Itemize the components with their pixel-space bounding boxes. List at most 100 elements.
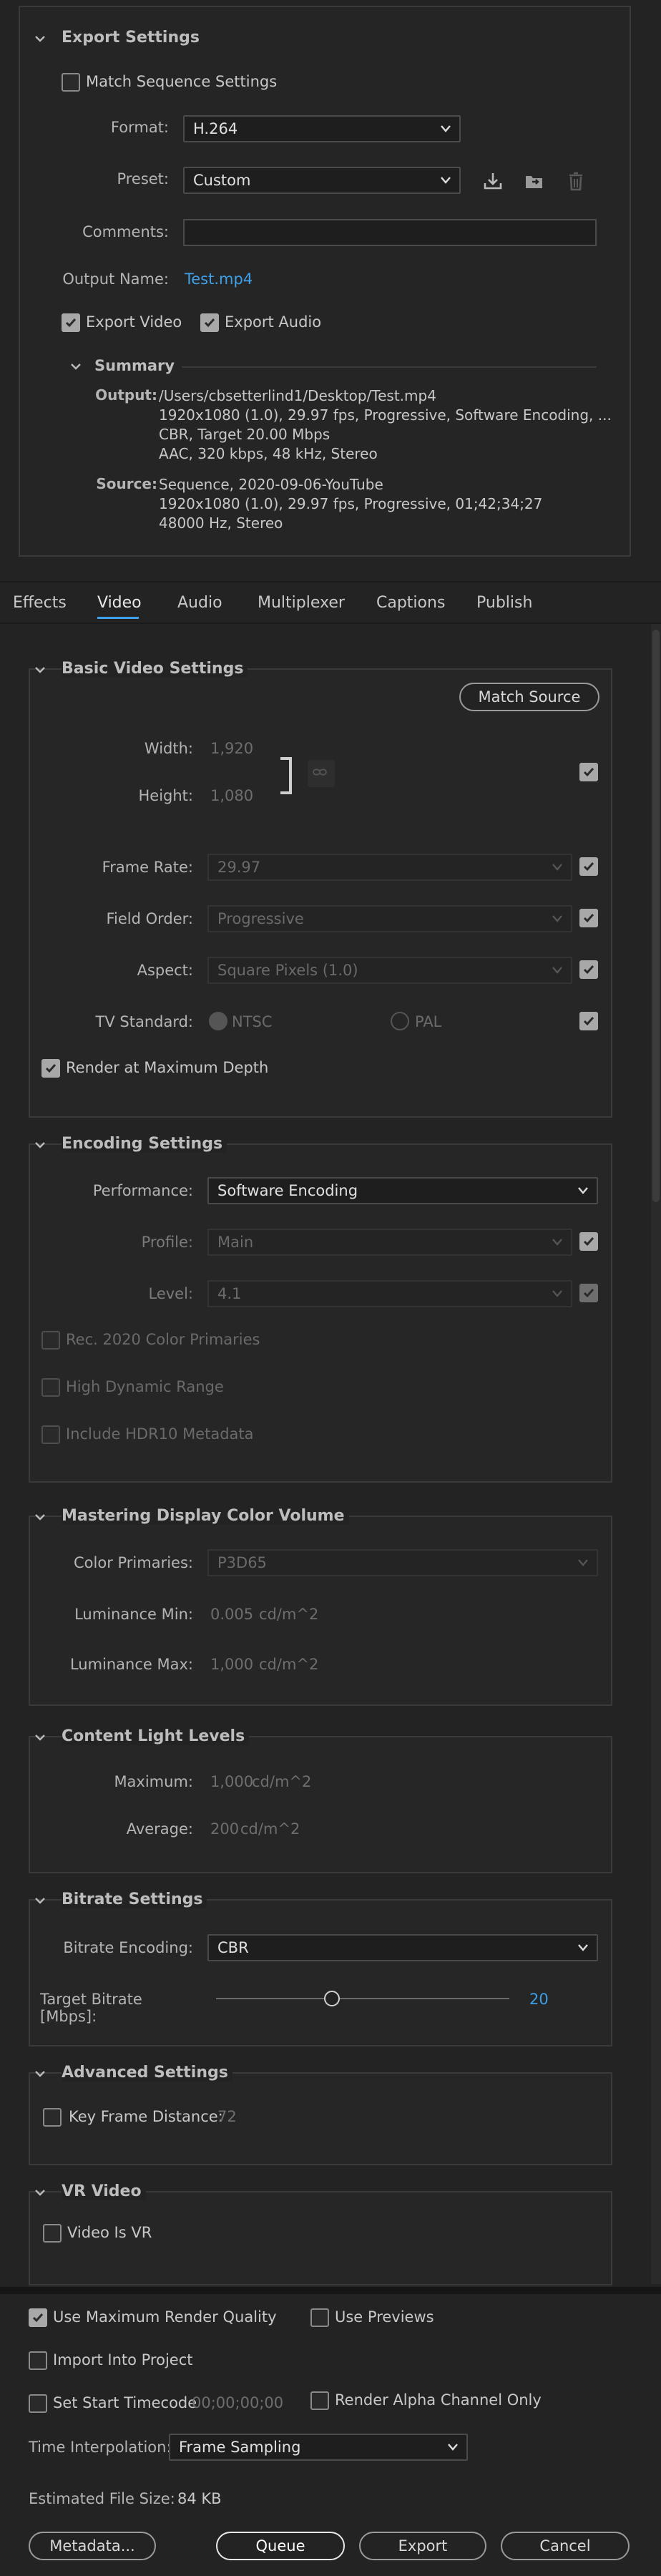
start-timecode-value[interactable]: 00;00;00;00 [192, 2394, 283, 2411]
chevron-down-icon [551, 907, 564, 931]
rec2020-checkbox[interactable] [41, 1331, 60, 1350]
luminance-min-value[interactable]: 0.005 [210, 1606, 253, 1623]
luminance-max-unit: cd/m^2 [259, 1656, 319, 1673]
match-sequence-checkbox[interactable] [62, 73, 80, 92]
tabs-bottom-divider [0, 623, 661, 624]
tab-multiplexer[interactable]: Multiplexer [258, 594, 345, 612]
export-video-checkbox[interactable] [62, 313, 80, 332]
chevron-down-icon [551, 958, 564, 982]
level-dropdown[interactable]: 4.1 [207, 1280, 572, 1307]
luminance-min-unit: cd/m^2 [259, 1606, 319, 1623]
export-audio-checkbox[interactable] [200, 313, 219, 332]
queue-button[interactable]: Queue [216, 2532, 345, 2560]
key-frame-checkbox[interactable] [43, 2108, 62, 2127]
import-project-checkbox[interactable] [29, 2351, 47, 2370]
level-override-checkbox[interactable] [579, 1284, 598, 1302]
chevron-down-icon [577, 1551, 589, 1575]
frame-rate-label: Frame Rate: [102, 859, 193, 876]
trash-icon[interactable] [564, 169, 588, 193]
chevron-down-icon[interactable] [33, 31, 47, 46]
maximum-value[interactable]: 1,000 [210, 1773, 253, 1790]
frame-rate-dropdown[interactable]: 29.97 [207, 854, 572, 881]
metadata-button[interactable]: Metadata... [29, 2532, 156, 2560]
scrollbar-thumb[interactable] [652, 630, 660, 1202]
checkmark-icon [32, 2313, 44, 2323]
comments-input[interactable] [183, 219, 597, 246]
output-name-link[interactable]: Test.mp4 [185, 270, 253, 288]
hdr10-checkbox[interactable] [41, 1425, 60, 1444]
pal-radio[interactable] [391, 1012, 409, 1030]
bitrate-encoding-dropdown[interactable]: CBR [207, 1934, 598, 1961]
profile-dropdown[interactable]: Main [207, 1229, 572, 1256]
slider-thumb[interactable] [324, 1991, 340, 2006]
use-previews-checkbox[interactable] [310, 2308, 329, 2327]
rec2020-label: Rec. 2020 Color Primaries [66, 1331, 260, 1348]
profile-override-checkbox[interactable] [579, 1232, 598, 1251]
field-order-override-checkbox[interactable] [579, 909, 598, 927]
summary-title: Summary [94, 357, 175, 374]
tv-standard-override-checkbox[interactable] [579, 1012, 598, 1030]
profile-label: Profile: [141, 1234, 193, 1251]
key-frame-value[interactable]: 72 [217, 2108, 237, 2125]
target-bitrate-value[interactable]: 20 [529, 1991, 549, 2008]
performance-dropdown[interactable]: Software Encoding [207, 1177, 598, 1204]
chevron-down-icon[interactable] [33, 1893, 47, 1908]
slider-track [216, 1998, 509, 1999]
ntsc-radio[interactable] [209, 1012, 227, 1030]
summary-source-label: Source: [96, 475, 157, 492]
video-is-vr-checkbox[interactable] [43, 2224, 62, 2243]
time-interp-dropdown[interactable]: Frame Sampling [169, 2434, 468, 2461]
chevron-down-icon[interactable] [69, 359, 83, 374]
target-bitrate-slider[interactable] [216, 1988, 509, 2009]
key-frame-label: Key Frame Distance: [69, 2108, 223, 2125]
max-render-quality-checkbox[interactable] [29, 2308, 47, 2327]
vr-title: VR Video [62, 2182, 146, 2200]
tab-audio[interactable]: Audio [177, 594, 222, 612]
hdr-checkbox[interactable] [41, 1378, 60, 1397]
content-light-title: Content Light Levels [62, 1727, 250, 1745]
width-value[interactable]: 1,920 [210, 740, 253, 757]
average-unit: cd/m^2 [240, 1820, 300, 1838]
dimensions-override-checkbox[interactable] [579, 763, 598, 781]
set-start-timecode-checkbox[interactable] [29, 2394, 47, 2413]
chevron-down-icon[interactable] [33, 1510, 47, 1524]
summary-output-label: Output: [95, 386, 157, 404]
import-preset-icon[interactable] [522, 169, 547, 193]
tab-publish[interactable]: Publish [476, 594, 532, 612]
tab-effects[interactable]: Effects [13, 594, 67, 612]
chevron-down-icon[interactable] [33, 2185, 47, 2200]
field-order-dropdown[interactable]: Progressive [207, 905, 572, 932]
luminance-max-value[interactable]: 1,000 [210, 1656, 253, 1673]
chevron-down-icon[interactable] [33, 1730, 47, 1745]
bitrate-encoding-label: Bitrate Encoding: [63, 1939, 193, 1956]
frame-rate-override-checkbox[interactable] [579, 857, 598, 876]
export-button[interactable]: Export [359, 2532, 486, 2560]
checkmark-icon [583, 1289, 594, 1298]
save-preset-icon[interactable] [481, 169, 505, 193]
render-max-depth-checkbox[interactable] [41, 1059, 60, 1078]
average-label: Average: [126, 1820, 193, 1838]
chevron-down-icon [446, 2435, 459, 2459]
tab-video[interactable]: Video [97, 594, 142, 612]
export-video-label: Export Video [86, 313, 182, 331]
aspect-label: Aspect: [137, 962, 193, 979]
chevron-down-icon[interactable] [33, 663, 47, 677]
preset-dropdown[interactable]: Custom [183, 167, 461, 194]
tab-captions[interactable]: Captions [376, 594, 445, 612]
video-is-vr-label: Video Is VR [67, 2224, 152, 2241]
link-icon[interactable] [308, 760, 335, 787]
cancel-button[interactable]: Cancel [501, 2532, 630, 2560]
performance-label: Performance: [92, 1182, 193, 1199]
chevron-down-icon[interactable] [33, 2067, 47, 2081]
aspect-dropdown[interactable]: Square Pixels (1.0) [207, 957, 572, 984]
color-primaries-dropdown[interactable]: P3D65 [207, 1549, 598, 1576]
match-source-button[interactable]: Match Source [459, 683, 599, 711]
summary-output-line-3: CBR, Target 20.00 Mbps [159, 426, 330, 443]
render-alpha-checkbox[interactable] [310, 2391, 329, 2410]
chevron-down-icon[interactable] [33, 1138, 47, 1152]
height-value[interactable]: 1,080 [210, 787, 253, 804]
chevron-down-icon [551, 1230, 564, 1254]
average-value[interactable]: 200 [210, 1820, 239, 1838]
aspect-override-checkbox[interactable] [579, 960, 598, 979]
format-dropdown[interactable]: H.264 [183, 115, 461, 142]
